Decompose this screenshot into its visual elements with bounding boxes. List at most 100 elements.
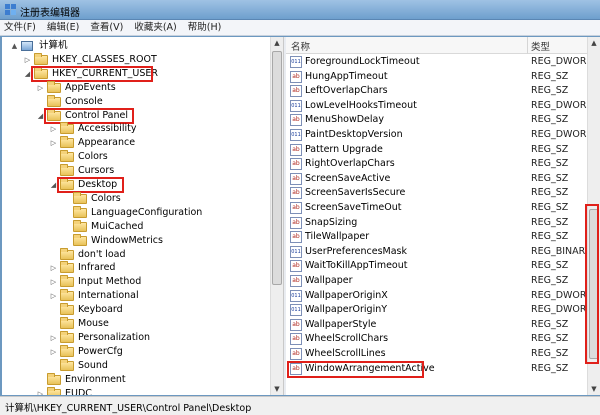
no-expander [62,234,71,248]
value-name: WheelScrollChars [305,333,389,345]
value-highlight-box [287,360,424,378]
tree-node[interactable]: ▷ Input Method [2,275,270,289]
value-row[interactable]: ab WallpaperStyle REG_SZ [286,318,587,332]
tree-node[interactable]: ▷ Infrared [2,261,270,275]
value-row[interactable]: ab ScreenSaveActive REG_SZ [286,172,587,186]
tree-node[interactable]: Colors [2,191,270,206]
value-type: REG_BINARY [531,245,591,257]
menu-file[interactable]: 文件(F) [4,20,36,36]
scroll-up-icon[interactable]: ▲ [588,37,600,49]
type-column-header[interactable]: 类型 [531,39,550,53]
tree-node[interactable]: Mouse [2,317,270,331]
tree-node[interactable]: ▷ EUDC [2,386,270,396]
no-expander [49,359,58,373]
value-type: REG_SZ [531,172,569,184]
tree-node[interactable]: ▷ AppEvents [2,80,270,95]
no-expander [62,220,71,234]
tree-node[interactable]: Cursors [2,164,270,178]
value-row[interactable]: ab ScreenSaveTimeOut REG_SZ [286,201,587,215]
tree-node[interactable]: MuiCached [2,219,270,234]
scroll-down-icon[interactable]: ▼ [271,383,283,395]
scroll-down-icon[interactable]: ▼ [588,383,600,395]
value-row[interactable]: ab HungAppTimeout REG_SZ [286,70,587,84]
value-row[interactable]: ab ScreenSaverIsSecure REG_SZ [286,186,587,200]
expand-arrow-icon[interactable]: ▷ [36,387,45,396]
value-row[interactable]: 011 PaintDesktopVersion REG_DWORD [286,128,594,142]
value-name: ScreenSaverIsSecure [305,187,406,199]
no-expander [49,317,58,331]
no-expander [36,95,45,109]
expand-arrow-icon[interactable]: ▷ [49,136,58,150]
tree-node-label: PowerCfg [78,345,123,357]
folder-icon [47,386,61,395]
tree-node[interactable]: ▷ HKEY_CLASSES_ROOT [2,52,270,67]
string-value-icon: ab [290,231,302,244]
value-row[interactable]: 011 LowLevelHooksTimeout REG_DWORD [286,99,594,113]
value-row[interactable]: 011 WallpaperOriginY REG_DWORD [286,303,594,317]
registry-tree-pane[interactable]: ▲ 计算机 ▷ HKEY_CLASSES_ROOT ◢ HKEY_CURRENT_USER… [2,37,284,395]
value-row[interactable]: ab TileWallpaper REG_SZ [286,230,587,244]
value-row[interactable]: 011 UserPreferencesMask REG_BINARY [286,245,591,259]
expand-arrow-icon[interactable]: ▷ [49,275,58,289]
tree-node[interactable]: ▷ Accessibility [2,122,270,136]
tree-node[interactable]: ▲ 计算机 [2,39,270,53]
menu-edit[interactable]: 编辑(E) [47,20,79,36]
tree-scroll-thumb[interactable] [272,51,282,285]
string-value-icon: ab [290,333,302,346]
tree-node[interactable]: Environment [2,372,270,387]
scroll-up-icon[interactable]: ▲ [271,37,283,49]
tree-node-label: Appearance [78,137,136,149]
expand-arrow-icon[interactable]: ▷ [36,81,45,95]
tree-node-label: HKEY_CLASSES_ROOT [52,53,157,65]
tree-node[interactable]: ▷ Appearance [2,136,270,150]
menu-help[interactable]: 帮助(H) [188,20,222,36]
tree-node[interactable]: ◢ Desktop [2,178,270,192]
tree-node[interactable]: Keyboard [2,303,270,317]
value-type: REG_SZ [531,114,569,126]
computer-icon [21,41,33,51]
tree-node[interactable]: Console [2,94,270,109]
value-row[interactable]: ab RightOverlapChars REG_SZ [286,157,587,171]
value-row[interactable]: ab WheelScrollLines REG_SZ [286,347,587,361]
value-row[interactable]: ab Pattern Upgrade REG_SZ [286,143,587,157]
expand-arrow-icon[interactable]: ▷ [49,289,58,303]
value-row[interactable]: ab WheelScrollChars REG_SZ [286,332,587,346]
tree-node[interactable]: Sound [2,358,270,373]
value-type: REG_SZ [531,187,569,199]
value-name: TileWallpaper [305,231,370,243]
tree-node[interactable]: don't load [2,247,270,262]
tree-node[interactable]: WindowMetrics [2,233,270,248]
value-type: REG_SZ [531,202,569,213]
value-row[interactable]: ab LeftOverlapChars REG_SZ [286,84,587,98]
tree-node[interactable]: ▷ Personalization [2,330,270,345]
tree-scrollbar[interactable]: ▲ ▼ [270,37,283,395]
string-value-icon: ab [290,318,302,331]
tree-node[interactable]: Colors [2,150,270,164]
value-row[interactable]: ab SnapSizing REG_SZ [286,216,587,230]
folder-icon [73,205,87,218]
menu-view[interactable]: 查看(V) [90,20,123,36]
tree-node[interactable]: LanguageConfiguration [2,205,270,220]
registry-editor-window: 注册表编辑器 文件(F) 编辑(E) 查看(V) 收藏夹(A) 帮助(H) ▲ 计… [0,0,600,415]
value-row[interactable]: ab MenuShowDelay REG_SZ [286,113,587,127]
value-row[interactable]: 011 WallpaperOriginX REG_DWORD [286,289,594,303]
expand-arrow-icon[interactable]: ▷ [49,331,58,345]
value-row[interactable]: ab Wallpaper REG_SZ [286,274,587,288]
tree-node[interactable]: ◢ Control Panel [2,108,270,123]
expand-arrow-icon[interactable]: ▷ [49,345,58,359]
expand-arrow-icon[interactable]: ▷ [23,53,32,67]
value-row[interactable]: ab WaitToKillAppTimeout REG_SZ [286,259,587,273]
column-separator[interactable] [527,37,528,54]
collapse-arrow-icon[interactable]: ▲ [10,39,19,53]
window-title: 注册表编辑器 [20,8,80,19]
expand-arrow-icon[interactable]: ▷ [49,261,58,275]
menu-favorites[interactable]: 收藏夹(A) [134,20,176,36]
values-pane[interactable]: 名称 类型 011 ForegroundLockTimeout REG_DWORD a… [286,37,600,395]
expand-arrow-icon[interactable]: ▷ [49,122,58,136]
name-column-header[interactable]: 名称 [291,39,310,53]
value-row[interactable]: 011 ForegroundLockTimeout REG_DWORD [286,55,594,69]
value-type: REG_SZ [531,260,569,272]
tree-node[interactable]: ▷ International [2,289,270,303]
binary-value-icon: 011 [290,56,302,68]
tree-node[interactable]: ▷ PowerCfg [2,344,270,359]
